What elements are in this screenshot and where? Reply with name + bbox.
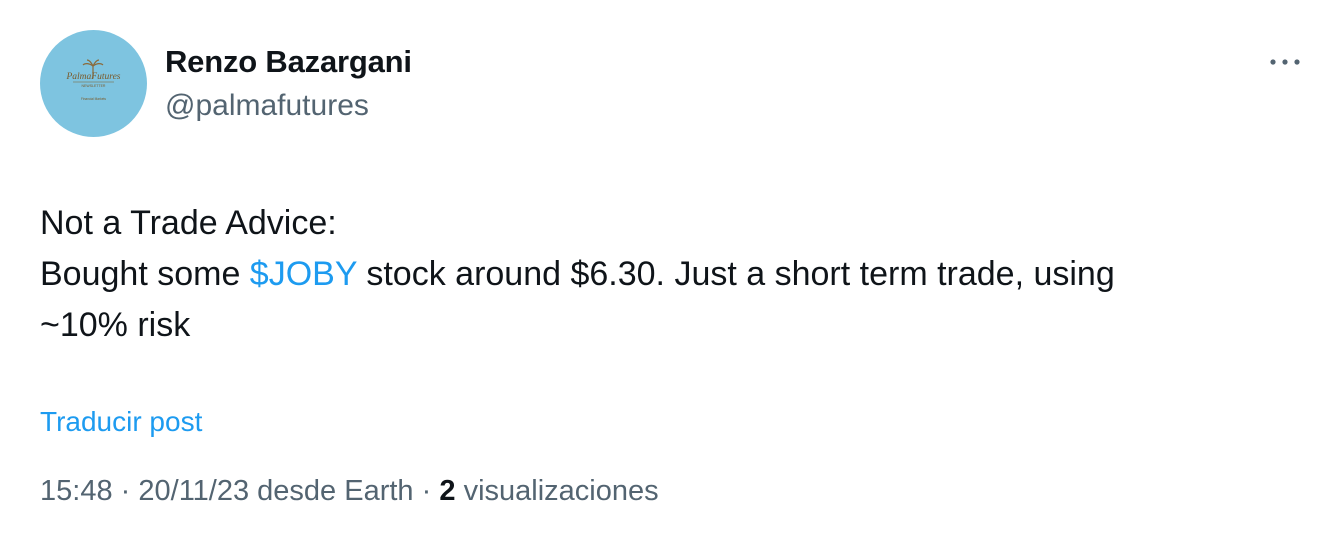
palm-tree-logo: PalmaFutures NEWSLETTER Financial Market… [65, 59, 121, 101]
post-line-2: Bought some $JOBY stock around $6.30. Ju… [40, 249, 1300, 300]
post-text: Not a Trade Advice: Bought some $JOBY st… [40, 198, 1300, 351]
more-options-button[interactable] [1267, 52, 1303, 72]
avatar-logo-caption: Financial Markets [81, 97, 106, 101]
avatar-logo-text: PalmaFutures [65, 72, 120, 82]
avatar-logo-subtext: NEWSLETTER [82, 84, 106, 88]
avatar[interactable]: PalmaFutures NEWSLETTER Financial Market… [40, 30, 147, 137]
post-metadata: 15:48 · 20/11/23 desde Earth · 2 visuali… [40, 470, 659, 512]
post-line-2-prefix: Bought some [40, 255, 250, 293]
post-line-1: Not a Trade Advice: [40, 204, 337, 242]
ellipsis-icon [1270, 59, 1300, 65]
post-time[interactable]: 15:48 [40, 475, 113, 507]
cashtag-link[interactable]: $JOBY [250, 255, 357, 293]
translate-post-link[interactable]: Traducir post [40, 402, 202, 442]
meta-separator: · [421, 475, 432, 507]
post-date-source[interactable]: 20/11/23 desde Earth [138, 475, 413, 507]
author-handle[interactable]: @palmafutures [165, 86, 369, 126]
post-line-2-suffix: stock around $6.30. Just a short term tr… [356, 255, 1115, 293]
author-display-name[interactable]: Renzo Bazargani [165, 42, 412, 82]
meta-separator: · [120, 475, 131, 507]
post-line-3: ~10% risk [40, 306, 191, 344]
views-count: 2 [439, 475, 456, 507]
views-label: visualizaciones [463, 475, 659, 507]
tweet-card: PalmaFutures NEWSLETTER Financial Market… [0, 0, 1343, 537]
